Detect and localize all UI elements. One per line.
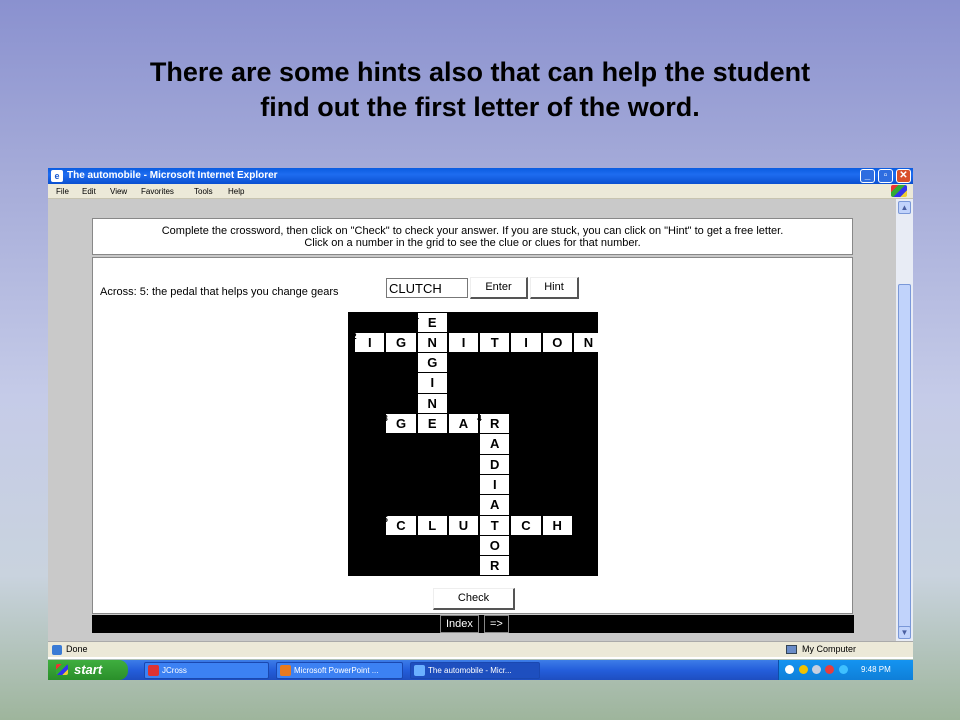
crossword-cell[interactable]: G [417,353,447,373]
crossword-cell[interactable]: T [480,515,510,535]
puzzle-panel: Across: 5: the pedal that helps you chan… [92,257,853,614]
clue-number[interactable]: 5 [383,516,387,524]
clue-text: Across: 5: the pedal that helps you chan… [100,286,339,298]
maximize-button[interactable]: ▫ [878,169,893,183]
system-tray: 9:48 PM [778,660,913,680]
crossword-cell[interactable]: O [542,332,572,353]
status-bar: Done My Computer [48,641,913,657]
crossword-cell[interactable]: T [480,332,510,353]
crossword-cell[interactable]: E [417,312,447,332]
page-content: Complete the crossword, then click on "C… [48,199,896,641]
crossword-cell[interactable]: E [417,414,447,434]
crossword-grid: E1I2GNITIONGING3EAR4ADIAC5LUTCHOR [348,312,604,576]
zone-text: My Computer [802,644,857,654]
taskbar: start JCross Microsoft PowerPoint ... Th… [48,660,913,680]
crossword-cell[interactable]: U [448,515,479,535]
nav-footer: Index => [92,615,854,633]
answer-input[interactable] [386,278,468,298]
vertical-scrollbar[interactable]: ▲ ▼ [896,199,913,641]
slide-title-line1: There are some hints also that can help … [149,57,811,87]
crossword-cell[interactable]: O [480,535,510,556]
task-automobile[interactable]: The automobile - Micr... [410,662,540,679]
crossword-cell[interactable]: N [417,332,447,353]
slide-title: There are some hints also that can help … [40,55,920,125]
scroll-down-icon[interactable]: ▼ [898,626,911,639]
windows-flag-icon [56,664,68,675]
crossword-cell[interactable]: N [573,332,604,353]
powerpoint-icon [280,665,291,676]
window-titlebar[interactable]: e The automobile - Microsoft Internet Ex… [48,168,913,184]
instructions-line2: Click on a number in the grid to see the… [304,237,641,249]
crossword-cell[interactable]: R [480,556,510,576]
crossword-cell[interactable]: N [417,393,447,414]
menu-help[interactable]: Help [228,184,244,199]
crossword-cell[interactable]: I [511,332,541,353]
task-label: Microsoft PowerPoint ... [294,666,379,675]
crossword-cell[interactable]: R [480,414,510,434]
check-button[interactable]: Check [433,588,515,610]
task-jcross[interactable]: JCross [144,662,269,679]
scroll-up-icon[interactable]: ▲ [898,201,911,214]
crossword-cell[interactable]: L [417,515,447,535]
ie-icon: e [51,170,63,182]
security-icon[interactable] [825,665,834,674]
menu-favorites[interactable]: Favorites [141,184,174,199]
task-label: JCross [162,666,187,675]
task-label: The automobile - Micr... [428,666,512,675]
crossword-cell[interactable]: I [448,332,479,353]
menu-file[interactable]: File [56,184,69,199]
clue-number[interactable]: 4 [477,414,481,423]
ie-icon [414,665,425,676]
index-link[interactable]: Index [440,615,479,633]
slide-title-line2: find out the first letter of the word. [260,92,700,122]
crossword-cell[interactable]: I [355,332,385,353]
scroll-thumb[interactable] [898,284,911,629]
clock: 9:48 PM [861,665,891,674]
crossword-cell[interactable]: A [480,495,510,515]
crossword-cell[interactable]: C [386,515,416,535]
crossword-cell[interactable]: D [480,454,510,474]
jcross-icon [148,665,159,676]
crossword-cell[interactable]: G [386,332,416,353]
ie-window: e The automobile - Microsoft Internet Ex… [48,168,913,659]
crossword-cell[interactable]: A [480,434,510,454]
crossword-cell[interactable]: H [542,515,572,535]
menu-tools[interactable]: Tools [194,184,213,199]
instructions-panel: Complete the crossword, then click on "C… [92,218,853,255]
network-icon[interactable] [799,665,808,674]
clue-number[interactable]: 3 [383,414,387,423]
window-title: The automobile - Microsoft Internet Expl… [67,170,278,181]
crossword-cell[interactable]: I [480,474,510,495]
page-done-icon [52,645,62,655]
next-link[interactable]: => [484,615,509,633]
clue-number[interactable]: 1 [415,313,419,321]
status-text: Done [66,644,88,654]
menu-edit[interactable]: Edit [82,184,96,199]
menu-view[interactable]: View [110,184,127,199]
hint-button[interactable]: Hint [530,277,579,299]
minimize-button[interactable]: _ [860,169,875,183]
crossword-cell[interactable]: A [448,414,479,434]
volume-icon[interactable] [812,665,821,674]
start-button[interactable]: start [48,660,128,680]
clue-number[interactable]: 2 [352,333,356,341]
close-button[interactable]: ✕ [896,169,911,183]
start-label: start [74,662,103,677]
instructions-line1: Complete the crossword, then click on "C… [161,225,784,237]
task-powerpoint[interactable]: Microsoft PowerPoint ... [276,662,403,679]
my-computer-icon [786,645,797,654]
crossword-cell[interactable]: C [511,515,541,535]
update-icon[interactable] [839,665,848,674]
chevron-left-icon[interactable] [785,665,794,674]
enter-button[interactable]: Enter [470,277,528,299]
crossword-cell[interactable]: G [386,414,416,434]
windows-flag-icon [891,185,907,197]
crossword-cell[interactable]: I [417,373,447,393]
menu-bar: File Edit View Favorites Tools Help [48,184,913,199]
